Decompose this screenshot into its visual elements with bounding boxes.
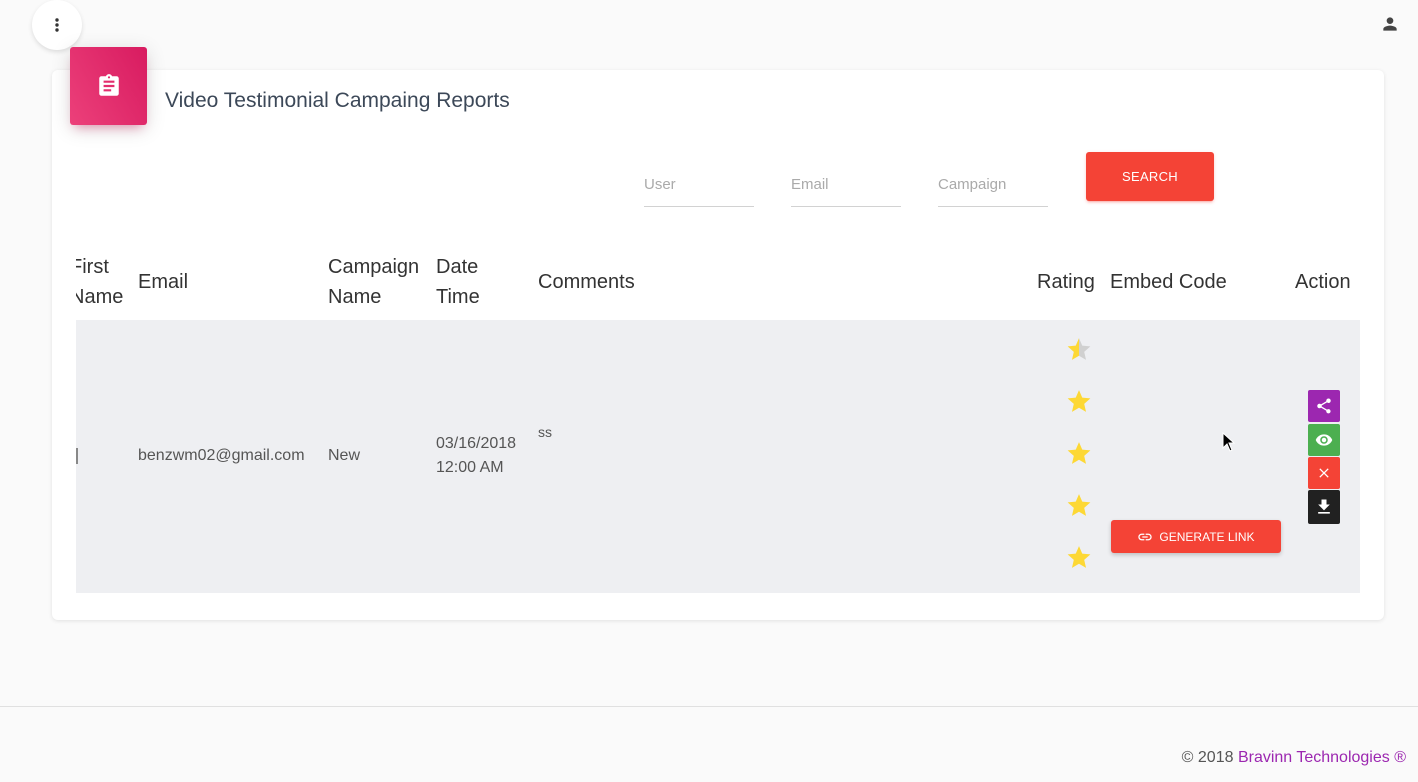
cell-date: 03/16/2018 [436, 435, 517, 452]
header-date-time: Date Time [436, 252, 480, 312]
header-campaign-name: Campaign Name [328, 252, 419, 312]
menu-button[interactable] [32, 0, 82, 50]
email-input[interactable] [791, 170, 901, 193]
header-embed-code: Embed Code [1110, 271, 1227, 293]
copyright: © 2018 Bravinn Technologies ® [1182, 749, 1406, 767]
header-campaign-line2: Name [328, 286, 382, 308]
generate-link-label: GENERATE LINK [1159, 529, 1255, 544]
cell-campaign-name: New [328, 447, 361, 464]
header-first-name-line1: First [76, 256, 109, 278]
campaign-input[interactable] [938, 170, 1048, 193]
copyright-prefix: © 2018 [1181, 749, 1234, 766]
header-email: Email [138, 271, 189, 293]
header-first-name: First Name [76, 252, 123, 312]
campaign-filter[interactable] [938, 170, 1048, 207]
header-date-line1: Date [436, 256, 479, 278]
email-filter[interactable] [791, 170, 901, 207]
header-campaign-line1: Campaign [328, 256, 420, 278]
download-icon [1318, 499, 1330, 514]
table-row: benzwm02@gmail.com New 03/16/2018 12:00 … [76, 320, 1360, 593]
company-link[interactable]: Bravinn Technologies ® [1238, 749, 1406, 766]
mouse-cursor-icon [1222, 432, 1236, 452]
share-button[interactable] [1308, 390, 1340, 422]
reports-table: First Name Email Campaign Name Date Time… [76, 240, 1360, 600]
header-action: Action [1295, 271, 1351, 293]
person-icon[interactable] [1380, 14, 1400, 34]
cell-time: 12:00 AM [436, 459, 504, 476]
close-icon [1319, 468, 1329, 478]
star-icon[interactable] [1066, 388, 1092, 414]
star-icon[interactable] [1066, 440, 1092, 466]
link-icon [1138, 533, 1153, 540]
generate-link-button[interactable]: GENERATE LINK [1111, 520, 1281, 553]
card-header-icon [70, 47, 147, 125]
header-comments: Comments [538, 271, 635, 293]
cell-comments: ss [538, 424, 552, 440]
footer: © 2018 Bravinn Technologies ® [0, 706, 1418, 782]
cell-email: benzwm02@gmail.com [138, 447, 305, 464]
page-title: Video Testimonial Campaing Reports [165, 89, 510, 112]
star-icon[interactable] [1066, 544, 1092, 570]
header-rating: Rating [1037, 271, 1095, 293]
star-icon[interactable] [1066, 336, 1092, 362]
delete-button[interactable] [1308, 457, 1340, 489]
header-date-line2: Time [436, 286, 480, 308]
download-button[interactable] [1308, 490, 1340, 524]
cell-first-name-clipped [76, 448, 78, 464]
assignment-icon [98, 74, 119, 96]
view-icon [1315, 434, 1333, 446]
view-button[interactable] [1308, 424, 1340, 456]
user-input[interactable] [644, 170, 754, 193]
share-icon [1317, 398, 1331, 414]
star-icon[interactable] [1066, 492, 1092, 518]
user-filter[interactable] [644, 170, 754, 207]
more-vert-icon [55, 18, 59, 32]
cell-date-time: 03/16/2018 12:00 AM [436, 432, 516, 480]
search-button[interactable]: SEARCH [1086, 152, 1214, 201]
header-first-name-line2: Name [76, 286, 124, 308]
